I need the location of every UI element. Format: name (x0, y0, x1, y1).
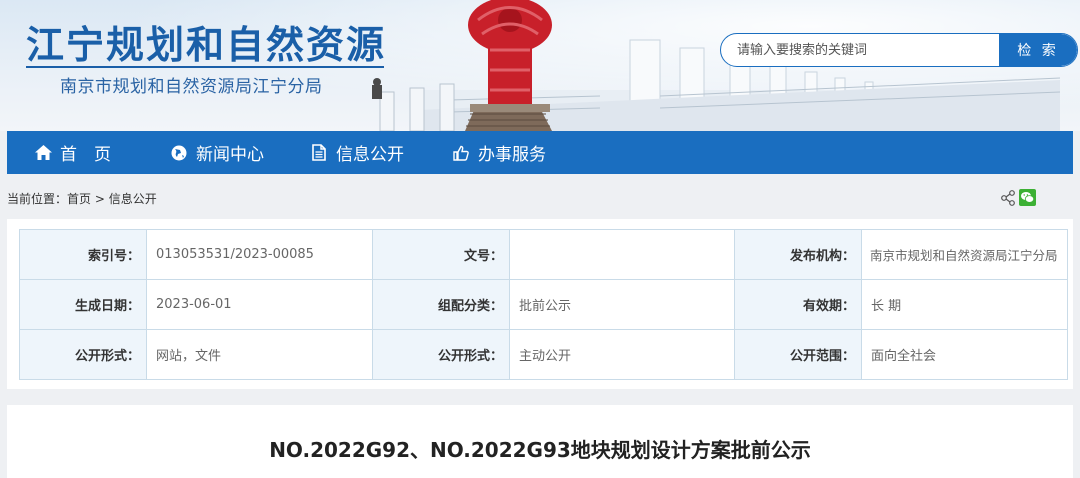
breadcrumb-separator: > (91, 192, 109, 206)
nav-item-label: 首 页 (60, 145, 111, 165)
disclosure-scope-label: 公开范围： (734, 329, 862, 380)
disclosure-method-label: 公开形式： (372, 329, 510, 380)
nav-item-home[interactable]: 首 页 (34, 131, 111, 174)
breadcrumb: 当前位置：首页 > 信息公开 (7, 190, 157, 207)
article-title: NO.2022G92、NO.2022G93地块规划设计方案批前公示 (269, 438, 811, 462)
article-panel: NO.2022G92、NO.2022G93地块规划设计方案批前公示 (7, 405, 1073, 478)
category-value: 批前公示 (509, 279, 735, 330)
main-nav: 首 页 新闻中心 信息公开 办事服务 (7, 131, 1073, 174)
breadcrumb-home-link[interactable]: 首页 (67, 192, 91, 206)
breadcrumb-current[interactable]: 信息公开 (109, 192, 157, 206)
metadata-row: 生成日期： 2023-06-01 组配分类： 批前公示 有效期： 长 期 (19, 279, 1068, 330)
home-icon (34, 144, 52, 162)
breadcrumb-bar: 当前位置：首页 > 信息公开 (0, 176, 1080, 218)
publisher-label: 发布机构： (734, 229, 862, 280)
search-button[interactable]: 检 索 (999, 34, 1077, 66)
site-subtitle: 南京市规划和自然资源局江宁分局 (60, 77, 323, 97)
globe-icon (170, 144, 188, 162)
metadata-table: 索引号： 013053531/2023-00085 文号： 发布机构： 南京市规… (19, 229, 1068, 380)
created-date-label: 生成日期： (19, 279, 147, 330)
document-number-label: 文号： (372, 229, 510, 280)
nav-item-info-disclosure[interactable]: 信息公开 (310, 131, 404, 174)
site-title: 江宁规划和自然资源 (26, 23, 387, 67)
index-number-value: 013053531/2023-00085 (146, 229, 373, 280)
nav-item-label: 信息公开 (336, 145, 404, 165)
nav-item-label: 新闻中心 (196, 145, 264, 165)
validity-label: 有效期： (734, 279, 862, 330)
category-label: 组配分类： (372, 279, 510, 330)
metadata-row: 索引号： 013053531/2023-00085 文号： 发布机构： 南京市规… (19, 229, 1068, 280)
thumbs-up-icon (452, 144, 470, 162)
wechat-icon[interactable] (1019, 189, 1036, 206)
nav-item-news[interactable]: 新闻中心 (170, 131, 264, 174)
validity-value: 长 期 (861, 279, 1068, 330)
search-box: 检 索 (720, 33, 1078, 67)
search-input[interactable] (721, 34, 1001, 66)
document-number-value (509, 229, 735, 280)
disclosure-form-label: 公开形式： (19, 329, 147, 380)
breadcrumb-prefix: 当前位置： (7, 192, 68, 206)
disclosure-method-value: 主动公开 (509, 329, 735, 380)
nav-item-label: 办事服务 (478, 145, 546, 165)
disclosure-form-value: 网站，文件 (146, 329, 373, 380)
document-icon (310, 144, 328, 162)
title-divider (26, 66, 384, 68)
metadata-panel: 索引号： 013053531/2023-00085 文号： 发布机构： 南京市规… (7, 219, 1073, 389)
index-number-label: 索引号： (19, 229, 147, 280)
disclosure-scope-value: 面向全社会 (861, 329, 1068, 380)
created-date-value: 2023-06-01 (146, 279, 373, 330)
nav-item-services[interactable]: 办事服务 (452, 131, 546, 174)
metadata-row: 公开形式： 网站，文件 公开形式： 主动公开 公开范围： 面向全社会 (19, 329, 1068, 380)
share-icon[interactable] (1000, 190, 1016, 206)
header-banner: 江宁规划和自然资源 南京市规划和自然资源局江宁分局 检 索 (0, 0, 1080, 131)
publisher-value: 南京市规划和自然资源局江宁分局 (861, 229, 1068, 280)
